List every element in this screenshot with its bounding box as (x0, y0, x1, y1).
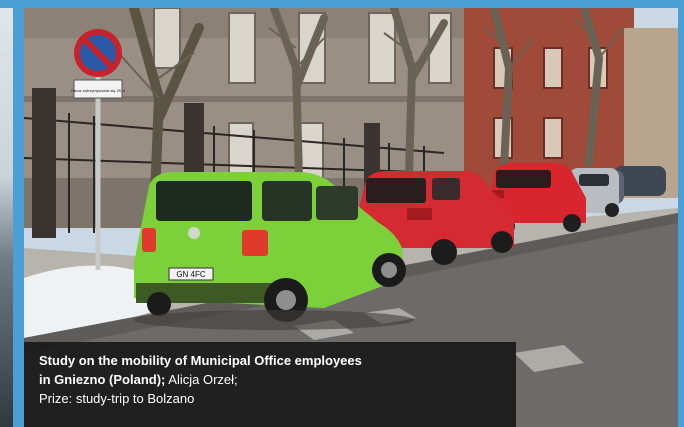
adjacent-photo-strip (0, 8, 13, 427)
caption-title-line-1: Study on the mobility of Municipal Offic… (39, 353, 362, 368)
sign-plate-text: Zakaz zatrzymywania się 25 m (71, 88, 126, 93)
photo-caption: Study on the mobility of Municipal Offic… (24, 342, 516, 427)
caption-author: Alicja Orzeł; (165, 372, 238, 387)
no-parking-sign-icon (74, 29, 122, 77)
caption-title-line-2: in Gniezno (Poland); (39, 372, 166, 387)
license-plate-text: GN 4FC (176, 270, 206, 279)
caption-prize: Prize: study-trip to Bolzano (39, 391, 195, 406)
